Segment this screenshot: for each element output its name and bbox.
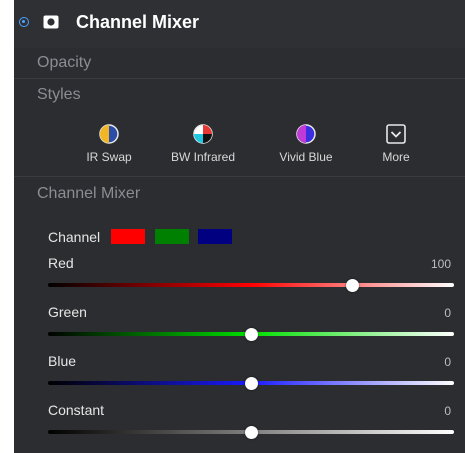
channel-green-swatch[interactable]: [155, 229, 189, 244]
style-more[interactable]: More: [356, 124, 436, 164]
style-label: More: [382, 150, 410, 164]
green-slider-label: Green: [48, 304, 87, 320]
bw-infrared-icon: [193, 124, 213, 144]
channel-mixer-section-label: Channel Mixer: [37, 185, 141, 202]
blue-slider-label: Blue: [48, 353, 77, 369]
style-ir-swap[interactable]: IR Swap: [69, 124, 149, 164]
style-label: IR Swap: [86, 150, 132, 164]
divider: [14, 176, 465, 177]
panel-title: Channel Mixer: [76, 12, 200, 32]
red-slider-thumb[interactable]: [346, 279, 359, 292]
mask-icon: [43, 15, 59, 29]
channel-label: Channel: [48, 229, 101, 245]
red-slider-value: 100: [430, 257, 451, 271]
blue-slider-value: 0: [444, 355, 451, 369]
styles-label: Styles: [37, 86, 81, 103]
chevron-down-icon: [386, 124, 406, 144]
green-slider-thumb[interactable]: [244, 328, 258, 341]
channel-red-swatch[interactable]: [111, 229, 145, 244]
red-slider-track[interactable]: [48, 283, 454, 287]
constant-slider-value: 0: [444, 404, 451, 418]
green-slider-value: 0: [444, 306, 451, 320]
constant-slider-thumb[interactable]: [244, 426, 258, 439]
divider: [14, 78, 465, 79]
channel-blue-swatch[interactable]: [198, 229, 232, 244]
opacity-label[interactable]: Opacity: [37, 54, 91, 72]
channel-mixer-panel: Channel Mixer Opacity Styles IR Swap BW …: [14, 0, 465, 453]
panel-header: Channel Mixer: [14, 0, 465, 48]
layer-enable-radio[interactable]: [19, 17, 29, 27]
ir-swap-icon: [99, 124, 119, 144]
blue-slider-thumb[interactable]: [244, 377, 258, 390]
style-bw-infrared[interactable]: BW Infrared: [163, 124, 243, 164]
red-slider-label: Red: [48, 255, 74, 271]
style-label: BW Infrared: [170, 150, 236, 164]
style-vivid-blue[interactable]: Vivid Blue: [266, 124, 346, 164]
style-label: Vivid Blue: [279, 150, 333, 164]
vivid-blue-icon: [296, 124, 316, 144]
constant-slider-label: Constant: [48, 402, 105, 418]
